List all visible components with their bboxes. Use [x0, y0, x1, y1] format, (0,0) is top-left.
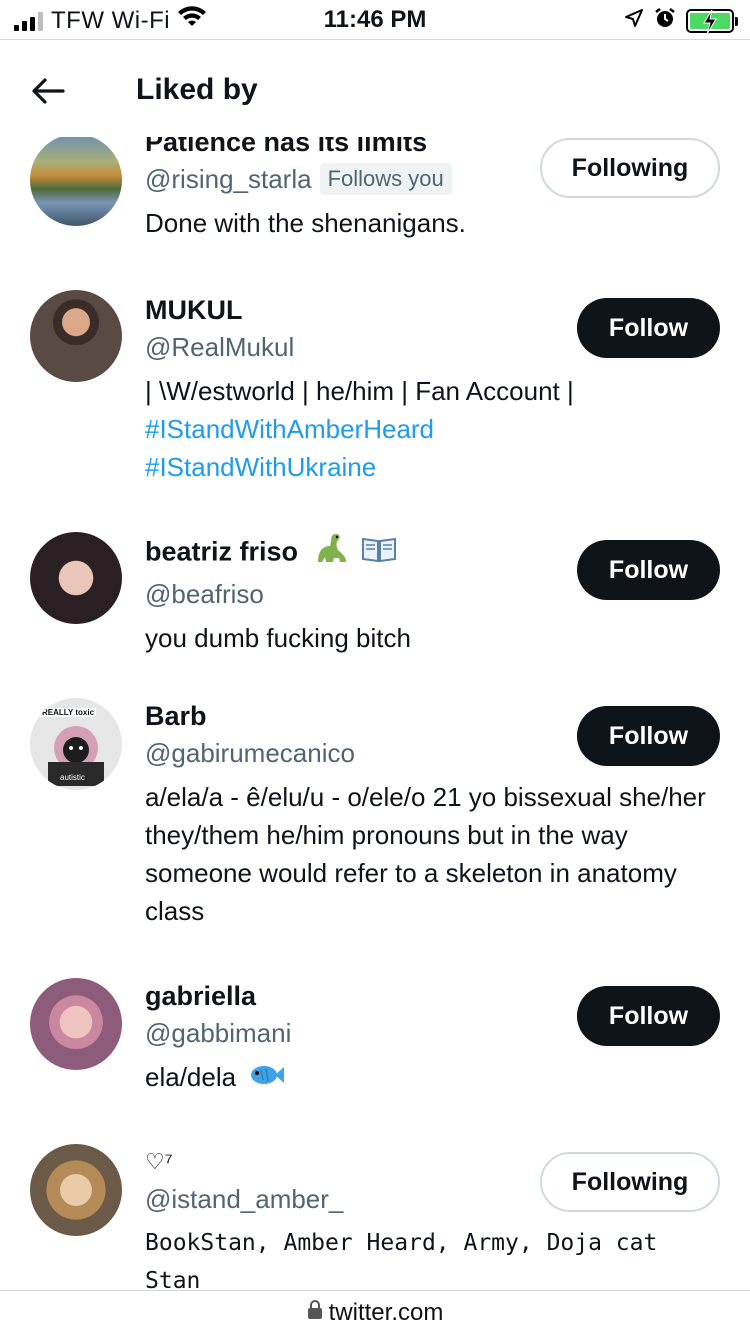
page-header: Liked by: [0, 41, 750, 137]
liked-by-list: Patience has its limits @rising_starla F…: [0, 0, 750, 1290]
avatar[interactable]: [30, 532, 122, 624]
lock-icon: [307, 1300, 323, 1325]
follow-button[interactable]: Follow: [577, 298, 720, 358]
user-bio: ela/dela: [145, 1058, 725, 1098]
user-bio: BookStan, Amber Heard, Army, Doja cat St…: [145, 1230, 658, 1290]
user-bio: you dumb fucking bitch: [145, 623, 411, 653]
avatar[interactable]: [30, 290, 122, 382]
avatar[interactable]: REALLY toxic autistic: [30, 698, 122, 790]
bio-text: ela/dela: [145, 1062, 237, 1092]
following-button[interactable]: Following: [540, 138, 720, 198]
follow-button[interactable]: Follow: [577, 706, 720, 766]
user-name[interactable]: beatriz friso: [145, 537, 298, 567]
avatar[interactable]: [30, 1144, 122, 1236]
book-icon: [361, 535, 397, 572]
bio-text: | \W/estworld | he/him | Fan Account |: [145, 376, 574, 406]
user-bio: Done with the shenanigans.: [145, 208, 466, 238]
url-bar[interactable]: twitter.com: [0, 1290, 750, 1334]
following-button[interactable]: Following: [540, 1152, 720, 1212]
follow-button[interactable]: Follow: [577, 986, 720, 1046]
avatar-caption-bottom: autistic: [60, 773, 85, 782]
fish-icon: [249, 1060, 285, 1098]
user-bio: a/ela/a - ê/elu/u - o/ele/o 21 yo bissex…: [145, 782, 706, 926]
hashtag-link[interactable]: #IStandWithUkraine: [145, 448, 725, 486]
url-text[interactable]: twitter.com: [329, 1299, 444, 1327]
follows-you-badge: Follows you: [319, 163, 452, 195]
page-title: Liked by: [136, 73, 258, 106]
dinosaur-icon: [312, 532, 348, 575]
avatar-caption-top: REALLY toxic: [40, 708, 97, 717]
follow-button[interactable]: Follow: [577, 540, 720, 600]
back-arrow-icon[interactable]: [30, 73, 70, 109]
user-handle[interactable]: @rising_starla: [145, 160, 312, 198]
avatar[interactable]: [30, 978, 122, 1070]
avatar[interactable]: [30, 134, 122, 226]
user-bio: | \W/estworld | he/him | Fan Account | #…: [145, 372, 725, 486]
hashtag-link[interactable]: #IStandWithAmberHeard: [145, 410, 725, 448]
